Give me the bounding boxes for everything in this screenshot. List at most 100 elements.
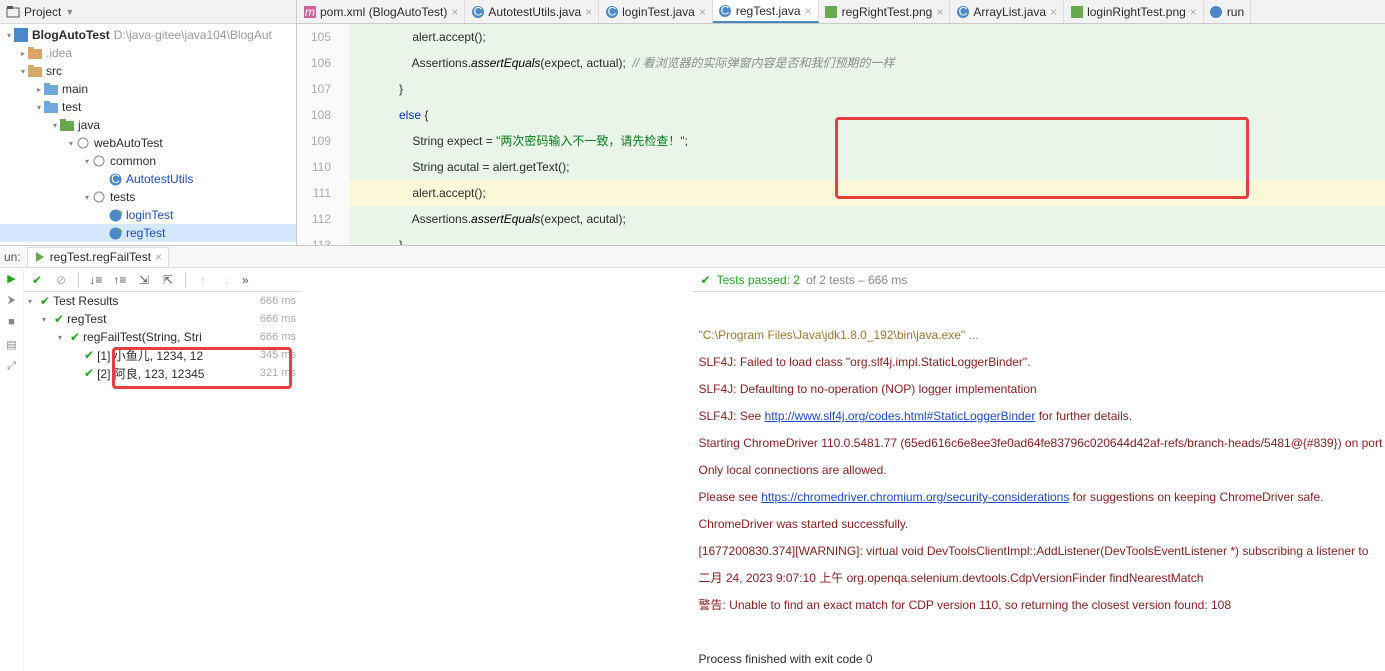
ok-icon[interactable]: ✔ <box>28 271 46 289</box>
tree-item[interactable]: ▾webAutoTest <box>0 134 296 152</box>
tree-item[interactable]: ▾src <box>0 62 296 80</box>
tab-autotestutils[interactable]: CAutotestUtils.java× <box>465 0 599 23</box>
project-tree[interactable]: ▾ BlogAutoTest D:\java-gitee\java104\Blo… <box>0 24 296 245</box>
rerun-icon[interactable]: ▶ <box>4 270 20 286</box>
tab-regright-png[interactable]: regRightTest.png× <box>819 0 951 23</box>
test-row[interactable]: ▾✔Test Results666 ms <box>24 292 302 310</box>
stop-icon[interactable]: ■ <box>4 314 20 330</box>
tree-item[interactable]: ▸.idea <box>0 44 296 62</box>
close-icon[interactable]: × <box>699 5 706 19</box>
check-icon: ✔ <box>84 348 94 362</box>
test-folder-icon <box>60 118 74 132</box>
close-icon[interactable]: × <box>451 5 458 19</box>
package-icon <box>92 190 106 204</box>
maven-icon: m <box>303 5 316 18</box>
java-icon: C <box>471 5 484 18</box>
check-icon: ✔ <box>701 273 711 287</box>
editor-panel: mpom.xml (BlogAutoTest)× CAutotestUtils.… <box>297 0 1385 245</box>
check-icon: ✔ <box>70 330 80 344</box>
close-icon[interactable]: × <box>155 250 162 264</box>
run-tab[interactable]: regTest.regFailTest × <box>27 247 169 267</box>
folder-icon <box>28 64 42 78</box>
project-header: Project ▼ <box>0 0 296 24</box>
editor-tabs: mpom.xml (BlogAutoTest)× CAutotestUtils.… <box>297 0 1385 24</box>
java-icon: C <box>956 5 969 18</box>
toggle-icon[interactable]: ⮞ <box>4 292 20 308</box>
tab-logintest[interactable]: CloginTest.java× <box>599 0 713 23</box>
tab-regtest[interactable]: CregTest.java× <box>713 0 819 23</box>
tab-arraylist[interactable]: CArrayList.java× <box>950 0 1064 23</box>
pin-icon[interactable]: ⤢ <box>4 358 20 374</box>
gutter: 105106107108109110111112113 <box>297 24 349 245</box>
java-class-icon: C <box>108 172 122 186</box>
test-row[interactable]: ▾✔regFailTest(String, Stri666 ms <box>24 328 302 346</box>
tree-item[interactable]: CAutotestUtils <box>0 170 296 188</box>
tree-item[interactable]: ▾test <box>0 98 296 116</box>
tab-run[interactable]: run <box>1204 0 1251 23</box>
expand-icon[interactable]: ⇲ <box>135 271 153 289</box>
tree-item-selected[interactable]: regTest <box>0 224 296 242</box>
tests-passed-label: Tests passed: 2 <box>717 273 800 287</box>
collapse-icon[interactable]: ⇱ <box>159 271 177 289</box>
java-icon: C <box>719 4 732 17</box>
tab-pom[interactable]: mpom.xml (BlogAutoTest)× <box>297 0 465 23</box>
package-icon <box>92 154 106 168</box>
test-green-icon <box>34 251 46 263</box>
check-icon: ✔ <box>40 294 50 308</box>
nav-up-icon[interactable]: ↑ <box>194 271 212 289</box>
close-icon[interactable]: × <box>585 5 592 19</box>
tree-label: BlogAutoTest <box>32 28 110 42</box>
close-icon[interactable]: × <box>936 5 943 19</box>
tree-item[interactable]: ▾java <box>0 116 296 134</box>
svg-text:C: C <box>111 173 120 186</box>
project-panel: Project ▼ ▾ BlogAutoTest D:\java-gitee\j… <box>0 0 297 245</box>
java-test-icon <box>108 208 122 222</box>
project-icon <box>6 5 20 19</box>
chevron-down-icon[interactable]: ▼ <box>65 7 74 17</box>
svg-text:C: C <box>721 5 730 17</box>
run-tool-window: un: regTest.regFailTest × ▶ ⮞ ■ ▤ ⤢ ✔ ⊘ … <box>0 246 1385 671</box>
test-row[interactable]: ✔[2] 阿良, 123, 12345321 ms <box>24 364 302 382</box>
test-row[interactable]: ✔[1] 小鱼儿, 1234, 12345 ms <box>24 346 302 364</box>
png-icon <box>825 5 838 18</box>
tab-loginright-png[interactable]: loginRightTest.png× <box>1064 0 1204 23</box>
test-toolbar: ✔ ⊘ ↓≡ ↑≡ ⇲ ⇱ ↑ ↓ » <box>24 268 302 292</box>
editor-body[interactable]: 105106107108109110111112113 alert.accept… <box>297 24 1385 245</box>
check-icon: ✔ <box>84 366 94 380</box>
svg-text:C: C <box>959 6 968 18</box>
tree-item[interactable]: ▾common <box>0 152 296 170</box>
close-icon[interactable]: × <box>1050 5 1057 19</box>
nav-down-icon[interactable]: ↓ <box>218 271 236 289</box>
code-area[interactable]: alert.accept(); Assertions.assertEquals(… <box>349 24 1385 245</box>
tree-root[interactable]: ▾ BlogAutoTest D:\java-gitee\java104\Blo… <box>0 26 296 44</box>
slf4j-link[interactable]: http://www.slf4j.org/codes.html#StaticLo… <box>765 409 1036 423</box>
svg-text:m: m <box>305 6 315 18</box>
tree-item[interactable]: ▾tests <box>0 188 296 206</box>
console-output[interactable]: "C:\Program Files\Java\jdk1.8.0_192\bin\… <box>693 292 1385 671</box>
sort2-icon[interactable]: ↑≡ <box>111 271 129 289</box>
tree-item[interactable]: loginTest <box>0 206 296 224</box>
folder-icon <box>44 100 58 114</box>
folder-icon <box>44 82 58 96</box>
tree-path: D:\java-gitee\java104\BlogAut <box>114 28 272 42</box>
tree-item[interactable]: ▸main <box>0 80 296 98</box>
module-icon <box>14 28 28 42</box>
test-row[interactable]: ▾✔regTest666 ms <box>24 310 302 328</box>
test-tree[interactable]: ▾✔Test Results666 ms ▾✔regTest666 ms ▾✔r… <box>24 292 302 671</box>
test-summary-bar: ✔ Tests passed: 2 of 2 tests – 666 ms <box>693 268 1385 292</box>
svg-text:C: C <box>474 6 483 18</box>
filter-disabled-icon[interactable]: ⊘ <box>52 271 70 289</box>
project-title[interactable]: Project <box>24 5 61 19</box>
close-icon[interactable]: × <box>1190 5 1197 19</box>
svg-text:C: C <box>607 6 616 18</box>
java-test-icon <box>108 226 122 240</box>
png-icon <box>1070 5 1083 18</box>
folder-icon <box>28 46 42 60</box>
java-icon: C <box>605 5 618 18</box>
chromedriver-link[interactable]: https://chromedriver.chromium.org/securi… <box>761 490 1069 504</box>
layout-icon[interactable]: ▤ <box>4 336 20 352</box>
java-icon <box>1210 5 1223 18</box>
close-icon[interactable]: × <box>805 4 812 18</box>
sort-icon[interactable]: ↓≡ <box>87 271 105 289</box>
check-icon: ✔ <box>54 312 64 326</box>
